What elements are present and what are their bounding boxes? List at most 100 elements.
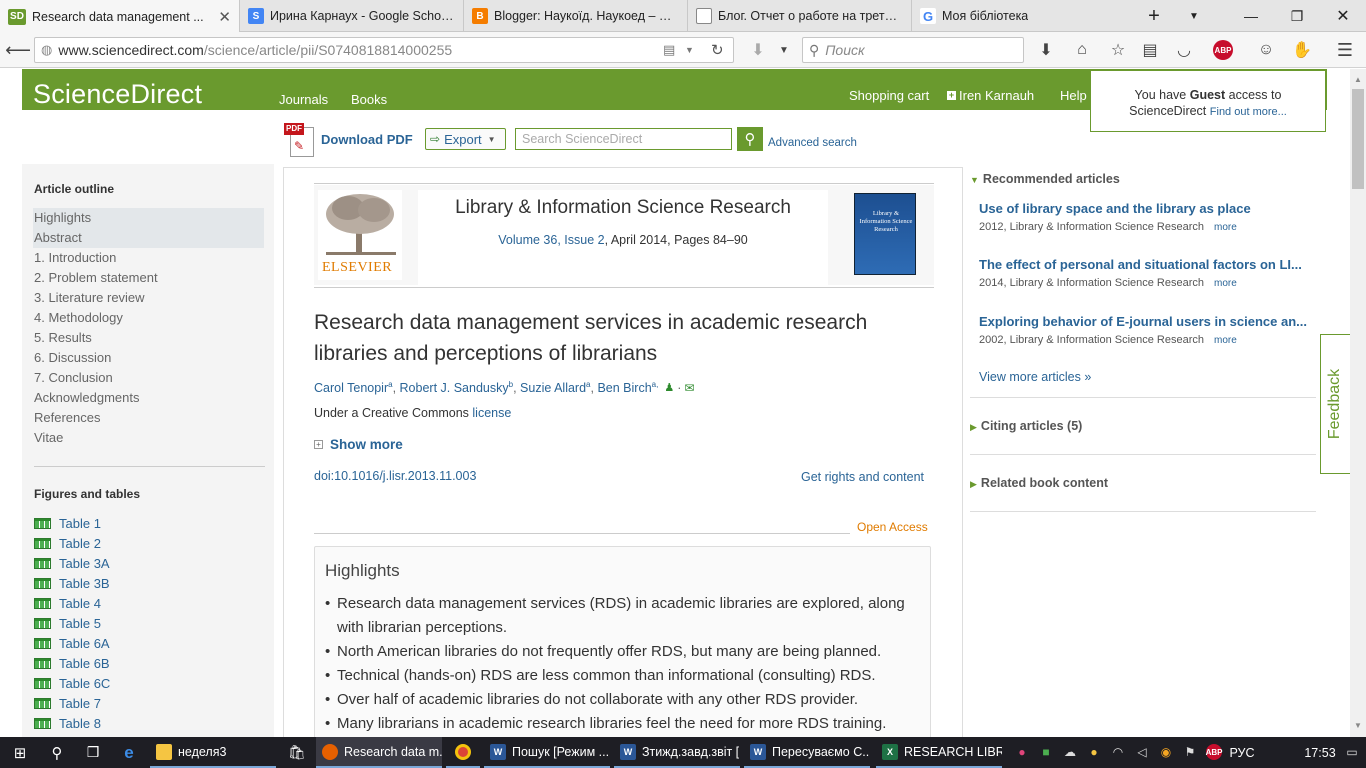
export-button[interactable]: ⇨ Export ▼ [425, 128, 506, 150]
journal-cover[interactable]: Library & Information Science Research [854, 193, 916, 275]
reader-view-icon[interactable]: ▤ [663, 42, 675, 58]
browser-tab[interactable]: S Ирина Карнаух - Google Scholar ... [240, 0, 464, 32]
help-link[interactable]: Help [1060, 88, 1087, 103]
email-icon[interactable]: ✉ [684, 381, 694, 395]
new-tab-button[interactable]: + [1136, 0, 1172, 32]
show-more-toggle[interactable]: + Show more [314, 437, 403, 452]
task-view-button[interactable]: ❒ [76, 737, 110, 768]
browser-tab[interactable]: B Blogger: Наукоїд. Наукоед – Изм... [464, 0, 688, 32]
browser-tab[interactable]: G Моя бібліотека [912, 0, 1136, 32]
sciencedirect-search-input[interactable]: Search ScienceDirect [515, 128, 732, 150]
edge-browser-button[interactable]: e [112, 737, 146, 768]
browser-search-input[interactable]: ⚲ Поиск [802, 37, 1024, 63]
nav-books[interactable]: Books [351, 92, 387, 107]
menu-hamburger-icon[interactable]: ☰ [1333, 38, 1357, 62]
taskbar-app[interactable]: W Зтижд.завд.звіт [... [614, 737, 740, 768]
nav-journals[interactable]: Journals [279, 92, 328, 107]
bookmark-star-icon[interactable]: ☆ [1106, 38, 1130, 62]
recommended-article-link[interactable]: Exploring behavior of E-journal users in… [979, 314, 1309, 329]
taskbar-app[interactable]: неделя3 [150, 737, 276, 768]
notification-icon[interactable]: ⚑ [1182, 744, 1198, 760]
outline-item[interactable]: References [34, 410, 100, 425]
downloads-icon[interactable]: ⬇ [1034, 38, 1058, 62]
action-center-icon[interactable]: ▭ [1344, 744, 1360, 760]
advanced-search-link[interactable]: Advanced search [768, 137, 857, 149]
taskbar-app[interactable]: X RESEARCH LIBR... [876, 737, 1002, 768]
sciencedirect-logo[interactable]: ScienceDirect [33, 79, 202, 110]
scroll-down-icon[interactable]: ▼ [1354, 721, 1362, 730]
figure-link[interactable]: Table 3A [34, 556, 110, 571]
taskbar-app-active[interactable]: Research data m... [316, 737, 442, 768]
language-indicator[interactable]: РУС [1222, 737, 1262, 768]
outline-item[interactable]: 7. Conclusion [34, 370, 113, 385]
author-link[interactable]: Suzie Allarda [520, 380, 590, 395]
user-menu[interactable]: + Iren Karnauh [947, 88, 1034, 103]
figure-link[interactable]: Table 4 [34, 596, 101, 611]
figure-link[interactable]: Table 3B [34, 576, 110, 591]
figure-link[interactable]: Table 2 [34, 536, 101, 551]
outline-item[interactable]: Highlights [34, 210, 91, 225]
download-pdf-link[interactable]: Download PDF [321, 132, 413, 147]
outline-item[interactable]: 6. Discussion [34, 350, 111, 365]
author-link[interactable]: Ben Bircha, [597, 380, 658, 395]
find-out-more-link[interactable]: Find out more... [1210, 106, 1287, 118]
figure-link[interactable]: Table 5 [34, 616, 101, 631]
tray-app-icon[interactable]: ● [1014, 744, 1030, 760]
figure-link[interactable]: Table 6A [34, 636, 110, 651]
extension-icon[interactable]: ✋ [1290, 38, 1314, 62]
outline-item[interactable]: Abstract [34, 230, 82, 245]
page-scrollbar[interactable]: ▲ ▼ [1350, 69, 1366, 737]
elsevier-logo[interactable]: ELSEVIER [318, 190, 402, 280]
volume-issue-link[interactable]: Volume 36, Issue 2 [498, 233, 604, 247]
feedback-tab[interactable]: Feedback [1320, 334, 1350, 474]
taskbar-app[interactable]: W Пошук [Режим ... [484, 737, 610, 768]
volume-icon[interactable]: ◁ [1134, 744, 1150, 760]
doi-link[interactable]: doi:10.1016/j.lisr.2013.11.003 [314, 469, 476, 483]
figure-link[interactable]: Table 8 [34, 716, 101, 731]
figure-link[interactable]: Table 6C [34, 676, 110, 691]
download-gray-icon[interactable]: ⬇ [746, 38, 770, 62]
dropdown-chevron-icon[interactable]: ▼ [772, 38, 796, 62]
license-link[interactable]: license [472, 406, 511, 420]
more-link[interactable]: more [1214, 278, 1237, 289]
person-icon[interactable]: ♟ [664, 381, 674, 394]
smiley-icon[interactable]: ☺ [1254, 38, 1278, 62]
recommended-article-link[interactable]: Use of library space and the library as … [979, 201, 1309, 216]
outline-item[interactable]: 4. Methodology [34, 310, 123, 325]
author-link[interactable]: Robert J. Sanduskyb [400, 380, 514, 395]
url-bar[interactable]: ◍ www.sciencedirect.com/science/article/… [34, 37, 734, 63]
tray-app-icon[interactable]: ● [1086, 744, 1102, 760]
close-tab-icon[interactable]: ✕ [212, 8, 231, 26]
figure-link[interactable]: Table 7 [34, 696, 101, 711]
tray-app-icon[interactable]: ■ [1038, 744, 1054, 760]
start-button[interactable]: ⊞ [0, 737, 40, 768]
more-link[interactable]: more [1214, 335, 1237, 346]
view-more-articles-link[interactable]: View more articles » [979, 370, 1091, 384]
outline-item[interactable]: 2. Problem statement [34, 270, 158, 285]
figure-link[interactable]: Table 6B [34, 656, 110, 671]
outline-item[interactable]: 3. Literature review [34, 290, 145, 305]
taskbar-app[interactable]: W Пересуваємо С... [744, 737, 870, 768]
recommended-article-link[interactable]: The effect of personal and situational f… [979, 257, 1309, 272]
scroll-up-icon[interactable]: ▲ [1354, 75, 1362, 84]
shopping-cart-link[interactable]: Shopping cart [849, 88, 929, 103]
dropdown-chevron-icon[interactable]: ▼ [685, 45, 694, 55]
outline-item[interactable]: 1. Introduction [34, 250, 116, 265]
pocket-icon[interactable]: ◡ [1172, 38, 1196, 62]
figure-link[interactable]: Table 1 [34, 516, 101, 531]
clock[interactable]: 17:53 [1300, 737, 1340, 768]
home-icon[interactable]: ⌂ [1070, 38, 1094, 62]
citing-articles-toggle[interactable]: ▶ Citing articles (5) [970, 419, 1082, 433]
author-link[interactable]: Carol Tenopira [314, 380, 393, 395]
outline-item[interactable]: Acknowledgments [34, 390, 140, 405]
adblock-tray-icon[interactable]: ABP [1206, 744, 1222, 760]
cloud-icon[interactable]: ☁ [1062, 744, 1078, 760]
bookmarks-list-icon[interactable]: ▤ [1138, 38, 1162, 62]
reload-icon[interactable]: ↻ [711, 41, 724, 59]
more-link[interactable]: more [1214, 222, 1237, 233]
close-window-button[interactable]: ✕ [1320, 0, 1366, 32]
browser-tab[interactable]: Блог. Отчет о работе на третьей... [688, 0, 912, 32]
pdf-icon[interactable]: PDF ✎ [284, 123, 318, 157]
maximize-button[interactable]: ❐ [1274, 0, 1320, 32]
search-button[interactable]: ⚲ [737, 127, 763, 151]
